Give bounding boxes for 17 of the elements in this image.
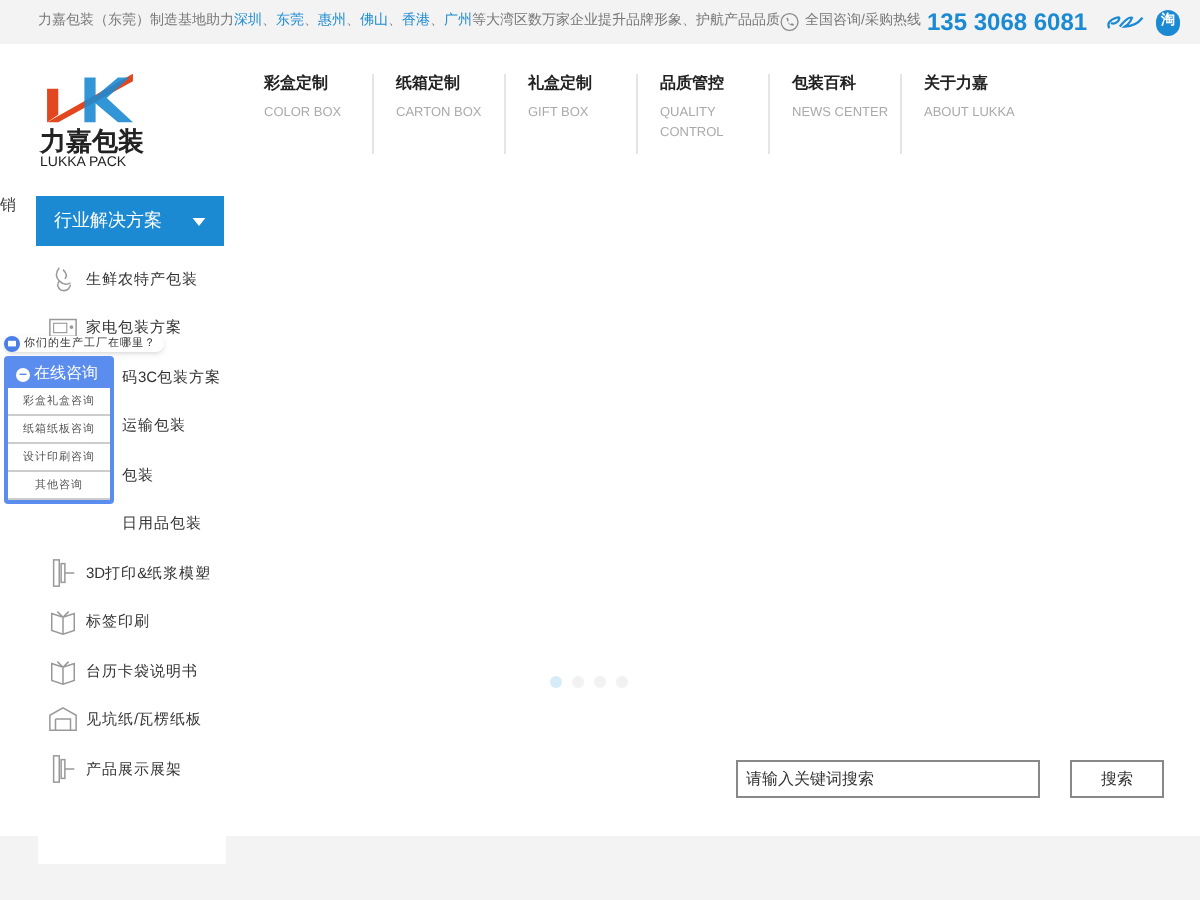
search-button[interactable]: 搜索 — [1070, 760, 1164, 798]
edge-text: 销 — [0, 194, 16, 218]
solutions-dropdown[interactable]: 行业解决方案 — [36, 196, 224, 246]
open-book-icon — [48, 606, 78, 637]
box-icon — [48, 704, 78, 735]
logo-name: 力嘉包装 — [40, 126, 146, 156]
swoosh-logo-icon[interactable] — [1103, 11, 1146, 33]
mold-icon — [48, 557, 78, 588]
phone-icon — [780, 12, 800, 32]
mold-icon — [48, 753, 78, 784]
chat-title: 在线咨询 — [34, 362, 98, 387]
phone-number: 135 3068 6081 — [927, 6, 1088, 40]
search-field[interactable]: 请输入关键词搜索 — [736, 760, 1040, 798]
caret-icon — [192, 217, 206, 225]
chat-icon — [4, 336, 20, 353]
open-book-icon — [48, 655, 78, 686]
chat-icon — [16, 367, 30, 382]
